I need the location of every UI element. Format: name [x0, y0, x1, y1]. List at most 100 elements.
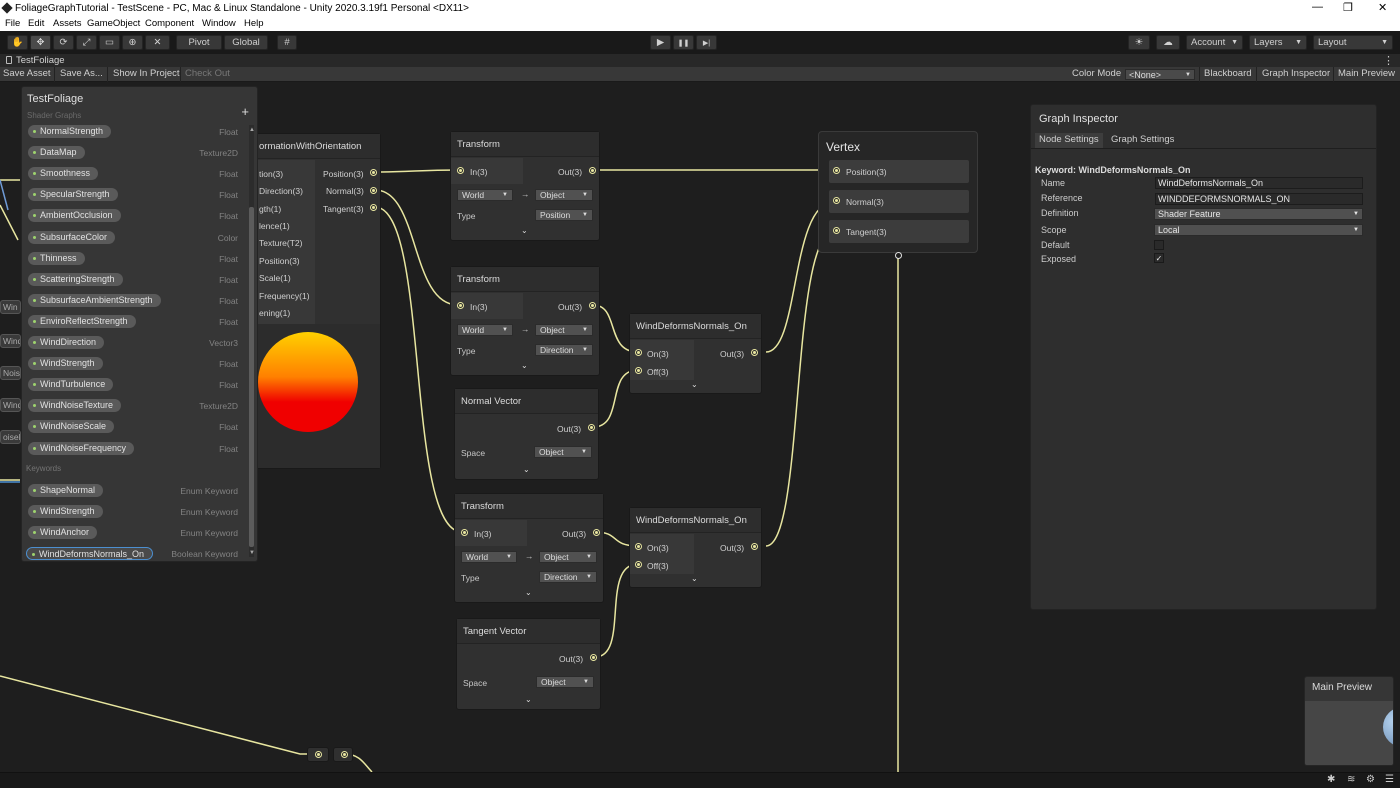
property-node-fragment[interactable]: WindT: [0, 334, 21, 348]
edge-keyword2-vertex-tangent[interactable]: [765, 231, 835, 547]
output-port-out[interactable]: Out(3): [558, 302, 582, 312]
output-port-out[interactable]: Out(3): [562, 529, 586, 539]
bug-icon[interactable]: ⚙: [1366, 774, 1375, 785]
collapse-chevron-icon[interactable]: ⌄: [691, 380, 698, 389]
output-port-position[interactable]: Position(3): [323, 169, 364, 179]
debug-icon[interactable]: ✱: [1327, 774, 1335, 785]
keyword-node[interactable]: WindDeformsNormals_On On(3) Off(3) Out(3…: [629, 313, 762, 394]
collapse-chevron-icon[interactable]: ⌄: [521, 226, 528, 235]
keyword-pill[interactable]: WindAnchor: [28, 525, 98, 539]
type-dropdown[interactable]: Direction ▼: [535, 344, 593, 356]
scrollbar-thumb[interactable]: [249, 207, 254, 547]
input-port-on[interactable]: On(3): [647, 349, 669, 359]
collapse-chevron-icon[interactable]: ⌄: [525, 588, 532, 597]
transform-node[interactable]: Transform In(3) Out(3) World ▼ → Object ▼ …: [450, 131, 600, 241]
edge-bottom-left[interactable]: [0, 675, 318, 755]
input-port-label[interactable]: lence(1): [259, 221, 290, 231]
exposed-checkbox[interactable]: ✓: [1154, 253, 1164, 263]
port-dot[interactable]: [588, 424, 595, 431]
scroll-up-icon[interactable]: ▲: [249, 127, 255, 133]
input-port-label[interactable]: Position(3): [259, 256, 300, 266]
name-field[interactable]: WindDeformsNormals_On: [1155, 177, 1363, 189]
property-pill[interactable]: NormalStrength: [28, 125, 112, 138]
edge-position-transform[interactable]: [374, 169, 459, 173]
input-port-off[interactable]: Off(3): [647, 367, 669, 377]
from-space-dropdown[interactable]: World ▼: [461, 551, 517, 563]
add-property-button[interactable]: +: [241, 104, 249, 119]
vertex-block-position[interactable]: Position(3): [829, 160, 969, 183]
console-icon[interactable]: ☰: [1385, 774, 1394, 785]
property-pill[interactable]: WindNoiseScale: [28, 420, 115, 434]
from-space-dropdown[interactable]: World ▼: [457, 189, 513, 201]
tab-graph-settings[interactable]: Graph Settings: [1111, 134, 1174, 145]
port-dot[interactable]: [457, 302, 464, 309]
property-pill[interactable]: DataMap: [28, 146, 85, 160]
property-pill[interactable]: WindDirection: [28, 336, 105, 349]
port-dot[interactable]: [635, 349, 642, 356]
edge-left-stub[interactable]: [0, 204, 19, 241]
from-space-dropdown[interactable]: World ▼: [457, 324, 513, 336]
flow-connector-dot[interactable]: [895, 252, 902, 259]
input-port-label[interactable]: Direction(3): [259, 186, 303, 196]
edge-normal-transform[interactable]: [374, 189, 459, 306]
port-dot[interactable]: [370, 187, 377, 194]
vertex-block-tangent[interactable]: Tangent(3): [829, 220, 969, 243]
to-space-dropdown[interactable]: Object ▼: [535, 189, 593, 201]
tab-node-settings[interactable]: Node Settings: [1035, 133, 1103, 148]
property-pill[interactable]: WindNoiseTexture: [28, 399, 122, 413]
property-node-fragment[interactable]: Win: [0, 300, 21, 314]
to-space-dropdown[interactable]: Object ▼: [539, 551, 597, 563]
input-port-in[interactable]: In(3): [470, 302, 487, 312]
reroute-node[interactable]: [307, 747, 329, 762]
property-node-fragment[interactable]: Noise: [0, 366, 21, 380]
port-dot[interactable]: [833, 227, 840, 234]
port-dot[interactable]: [635, 543, 642, 550]
edge-left-blue[interactable]: [0, 179, 9, 211]
blackboard-panel[interactable]: TestFoliage Shader Graphs + ▲ ▼ NormalSt…: [21, 86, 258, 562]
port-dot[interactable]: [461, 529, 468, 536]
collapse-chevron-icon[interactable]: ⌄: [523, 465, 530, 474]
port-dot[interactable]: [593, 529, 600, 536]
port-dot[interactable]: [589, 302, 596, 309]
port-dot[interactable]: [751, 543, 758, 550]
property-pill[interactable]: EnviroReflectStrength: [28, 314, 136, 328]
output-port-out[interactable]: Out(3): [720, 543, 744, 553]
input-port-label[interactable]: tion(3): [259, 169, 283, 179]
port-dot[interactable]: [751, 349, 758, 356]
preview-viewport[interactable]: [1305, 701, 1393, 765]
keyword-pill[interactable]: WindStrength: [28, 504, 103, 518]
main-preview-panel[interactable]: Main Preview: [1304, 676, 1394, 766]
collapse-chevron-icon[interactable]: ⌄: [521, 361, 528, 370]
property-pill[interactable]: SubsurfaceAmbientStrength: [28, 293, 161, 307]
type-dropdown[interactable]: Direction ▼: [539, 571, 597, 583]
port-dot[interactable]: [457, 167, 464, 174]
port-dot[interactable]: [341, 751, 348, 758]
definition-dropdown[interactable]: Shader Feature ▼: [1154, 208, 1363, 220]
port-dot[interactable]: [833, 197, 840, 204]
input-port-label[interactable]: Scale(1): [259, 273, 291, 283]
input-port-on[interactable]: On(3): [647, 543, 669, 553]
normal-vector-node[interactable]: Normal Vector Out(3) Space Object ▼ ⌄: [454, 388, 599, 480]
input-port-off[interactable]: Off(3): [647, 561, 669, 571]
property-pill[interactable]: SubsurfaceColor: [28, 230, 116, 244]
default-checkbox[interactable]: [1154, 240, 1164, 250]
output-port-out[interactable]: Out(3): [557, 424, 581, 434]
port-dot[interactable]: [635, 367, 642, 374]
scope-dropdown[interactable]: Local ▼: [1154, 224, 1363, 236]
reference-field[interactable]: WINDDEFORMSNORMALS_ON: [1155, 193, 1363, 205]
property-pill[interactable]: Smoothness: [28, 167, 99, 181]
keyword-node[interactable]: WindDeformsNormals_On On(3) Off(3) Out(3…: [629, 507, 762, 588]
input-port-label[interactable]: gth(1): [259, 204, 281, 214]
output-port-out[interactable]: Out(3): [720, 349, 744, 359]
property-node-fragment[interactable]: oiseF: [0, 430, 21, 444]
to-space-dropdown[interactable]: Object ▼: [535, 324, 593, 336]
input-port-label[interactable]: ening(1): [259, 308, 290, 318]
property-pill[interactable]: WindStrength: [28, 357, 103, 371]
input-port-in[interactable]: In(3): [474, 529, 491, 539]
property-pill[interactable]: AmbientOcclusion: [28, 209, 121, 223]
type-dropdown[interactable]: Position ▼: [535, 209, 593, 221]
scroll-down-icon[interactable]: ▼: [249, 550, 255, 556]
output-port-tangent[interactable]: Tangent(3): [323, 204, 364, 214]
output-port-out[interactable]: Out(3): [558, 167, 582, 177]
graph-inspector-panel[interactable]: Graph Inspector Node Settings Graph Sett…: [1030, 104, 1377, 610]
